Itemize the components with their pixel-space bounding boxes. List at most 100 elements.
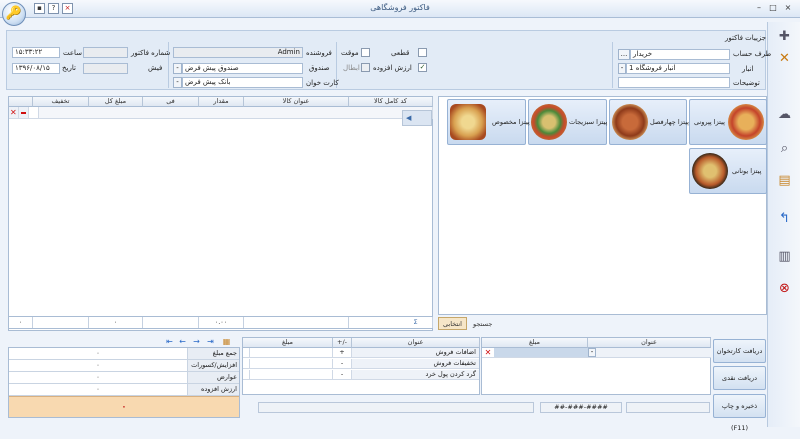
card-reader-label: کارت خوان <box>306 79 339 87</box>
adj-amount[interactable] <box>249 370 333 379</box>
table-row[interactable] <box>39 107 433 119</box>
adj-col-header-amount: مبلغ <box>243 338 333 348</box>
next-page-icon[interactable]: → <box>192 337 201 346</box>
payments-table: عنوان مبلغ ✕ - <box>481 337 711 395</box>
col-header-item-title[interactable]: عنوان کالا <box>244 97 349 107</box>
pizza-pepperoni-image <box>728 104 764 140</box>
fund-dropdown-button[interactable]: - <box>173 63 182 74</box>
seller-field: Admin <box>173 47 303 58</box>
payment-delete-icon[interactable]: ✕ <box>483 348 493 357</box>
cancel-checkbox <box>361 63 370 72</box>
payment-type-dropdown[interactable]: - <box>588 348 596 357</box>
add-icon[interactable]: ✚ <box>776 28 793 45</box>
row-remove-button[interactable] <box>19 107 29 119</box>
cash-payment-button[interactable]: دریافت نقدی <box>713 366 766 390</box>
description-field[interactable] <box>618 77 730 88</box>
table-row[interactable]: اضافات فروش + <box>243 348 479 358</box>
adj-sign: + <box>333 348 352 357</box>
search-icon[interactable]: ⌕ <box>776 140 793 157</box>
date-field[interactable]: ۱۳۹۶/۰۸/۱۵ <box>12 63 60 74</box>
product-label: پیتزا یونانی <box>732 167 762 175</box>
calculator-icon[interactable]: ▦ <box>222 337 231 346</box>
table-row[interactable]: تخفیفات فروش - <box>243 359 479 369</box>
table-row[interactable]: گرد کردن پول خرد - <box>243 370 479 380</box>
adj-amount[interactable] <box>249 359 333 368</box>
close-small-icon[interactable]: × <box>62 3 73 14</box>
warehouse-select[interactable]: انبار فروشگاه 1 <box>626 63 730 74</box>
product-label: پیتزا چهارفصل <box>650 118 689 126</box>
card-payment-button[interactable]: دریافت کارتخوان <box>713 339 766 363</box>
summary-value: ۰ <box>96 361 100 369</box>
tab-favorites[interactable]: انتخابی <box>438 317 467 330</box>
invoice-no-label: شماره فاکتور <box>131 49 171 57</box>
pizza-greek-image <box>692 153 728 189</box>
payment-type[interactable] <box>596 348 711 357</box>
row-delete-button[interactable]: ✕ <box>9 107 19 119</box>
col-header-full-code[interactable]: کد کامل کالا <box>349 97 433 107</box>
temp-checkbox[interactable] <box>361 48 370 57</box>
minimize-icon[interactable]: – <box>753 3 765 14</box>
total-amount-cell: ۰ <box>89 317 143 328</box>
product-button-greek[interactable]: پیتزا یونانی <box>689 148 767 194</box>
note-icon[interactable]: ▤ <box>776 172 793 189</box>
back-icon[interactable]: ↰ <box>776 210 793 227</box>
vat-checkbox[interactable]: ✓ <box>418 63 427 72</box>
first-page-icon[interactable]: ⇤ <box>165 337 174 346</box>
table-row[interactable]: ✕ - <box>482 348 711 358</box>
final-checkbox[interactable] <box>418 48 427 57</box>
fund-label: صندوق <box>309 64 330 72</box>
document-icon[interactable]: ▥ <box>776 248 793 265</box>
window-title: فاکتور فروشگاهی <box>370 3 430 12</box>
col-header-discount[interactable]: تخفیف <box>33 97 89 107</box>
row-browse-button[interactable] <box>29 107 39 119</box>
previous-page-icon[interactable]: ← <box>178 337 187 346</box>
summary-panel: جمع مبلغ ۰ افزایش/کسورات ۰ عوارض ۰ ارزش … <box>8 347 240 418</box>
window-close-icon[interactable]: × <box>782 3 794 14</box>
payment-amount[interactable] <box>494 348 588 357</box>
sum-icon: Σ <box>399 317 433 328</box>
save-and-print-button[interactable]: ذخیره و چاپ (F11) <box>713 394 766 432</box>
save-icon[interactable]: ▪ <box>34 3 45 14</box>
col-header-unit-price[interactable]: فی <box>143 97 199 107</box>
divider <box>612 42 613 88</box>
status-mask: ##-###-#### <box>540 402 622 413</box>
summary-label: افزایش/کسورات <box>187 360 239 371</box>
pizza-four-seasons-image <box>612 104 648 140</box>
adj-col-header-title: عنوان <box>352 338 480 348</box>
adj-amount[interactable] <box>249 348 333 357</box>
product-button-vegetable[interactable]: پیتزا سبزیجات <box>528 99 607 145</box>
current-row-indicator: ◀ <box>402 110 432 126</box>
tab-search[interactable]: جستجو <box>468 317 497 330</box>
account-side-field[interactable]: خریدار <box>630 49 730 60</box>
cloud-icon[interactable]: ☁ <box>776 106 793 123</box>
product-button-four-seasons[interactable]: پیتزا چهارفصل <box>609 99 689 145</box>
card-reader-select[interactable]: بانک پیش فرض <box>182 77 303 88</box>
app-menu-button[interactable]: 🔑 <box>2 2 26 26</box>
tools-icon[interactable]: ✕ <box>776 50 793 67</box>
summary-row: جمع مبلغ ۰ <box>9 348 239 360</box>
pay-col-header-amount: مبلغ <box>482 338 588 348</box>
time-field[interactable]: ۱۵:۳۳:۲۲ <box>12 47 60 58</box>
account-side-browse-button[interactable]: ... <box>618 49 630 60</box>
summary-row: ارزش افزوده ۰ <box>9 384 239 396</box>
col-header-quantity[interactable]: مقدار <box>199 97 244 107</box>
status-extra <box>626 402 710 413</box>
product-button-pepperoni[interactable]: پیتزا پپرونی <box>689 99 767 145</box>
warehouse-dropdown-button[interactable]: - <box>618 63 626 74</box>
product-label: پیتزا مخصوص <box>492 118 530 126</box>
maximize-icon[interactable]: □ <box>767 3 779 14</box>
fund-select[interactable]: صندوق پیش فرض <box>182 63 303 74</box>
final-label: قطعی <box>391 49 410 57</box>
status-message <box>258 402 534 413</box>
col-header-total-amount[interactable]: مبلغ کل <box>89 97 143 107</box>
cancel-label: ابطال <box>343 64 360 72</box>
product-button-special[interactable]: پیتزا مخصوص <box>447 99 530 145</box>
invoice-no-field <box>83 47 128 58</box>
account-side-label: طرف حساب <box>733 50 772 58</box>
card-reader-dropdown-button[interactable]: - <box>173 77 182 88</box>
last-page-icon[interactable]: ⇥ <box>206 337 215 346</box>
vat-label: ارزش افزوده <box>373 64 412 72</box>
help-icon[interactable]: ? <box>48 3 59 14</box>
adj-sign: - <box>333 370 352 379</box>
delete-icon[interactable]: ⊗ <box>776 280 793 297</box>
